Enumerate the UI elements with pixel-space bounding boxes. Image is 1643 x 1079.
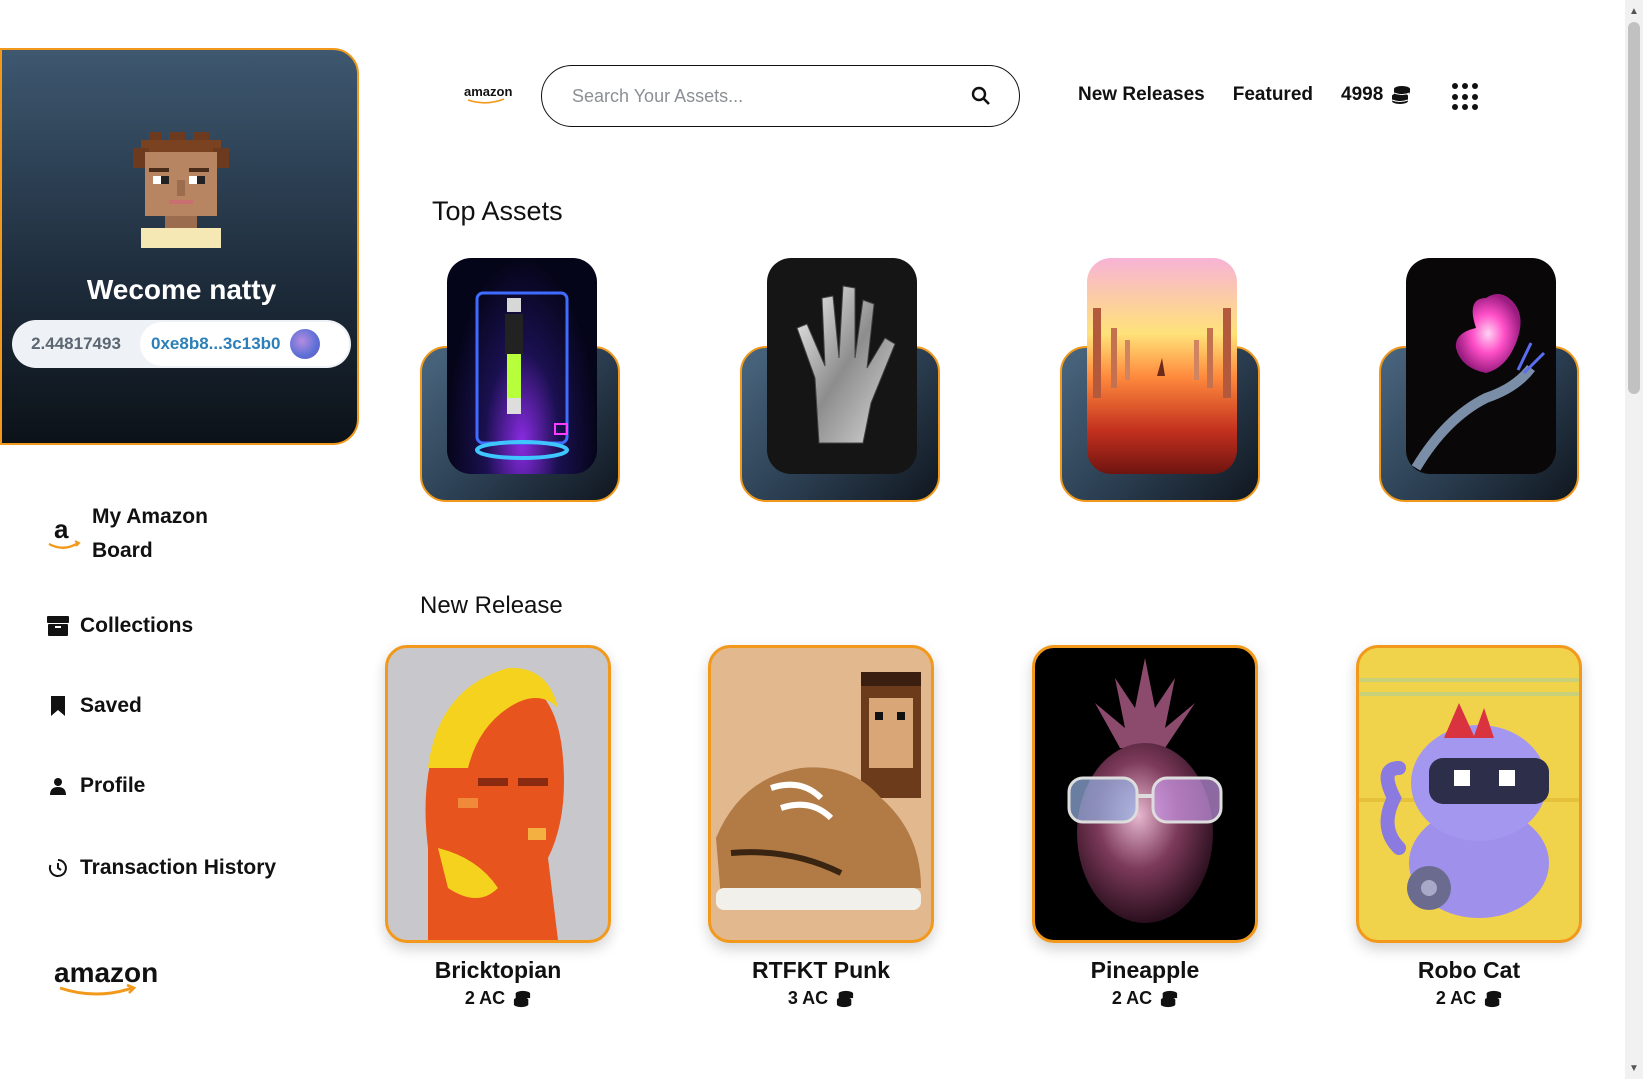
svg-text:amazon: amazon bbox=[464, 84, 512, 99]
sidebar-item-label: My Amazon Board bbox=[92, 505, 208, 562]
search-icon[interactable] bbox=[967, 82, 995, 110]
scroll-down-icon[interactable]: ▼ bbox=[1625, 1059, 1643, 1077]
svg-text:amazon: amazon bbox=[54, 958, 158, 988]
nft-price-value: 2 AC bbox=[1435, 988, 1477, 1008]
history-clock-icon bbox=[46, 856, 70, 880]
nft-name: Robo Cat bbox=[1417, 957, 1521, 983]
sidebar-item-label: Saved bbox=[80, 694, 142, 717]
nft-price: 2 AC bbox=[1356, 988, 1582, 1009]
sidebar-item-label: Profile bbox=[80, 774, 146, 797]
nft-price: 2 AC bbox=[1032, 988, 1258, 1009]
nft-card[interactable]: Pineapple 2 AC bbox=[1032, 645, 1258, 1009]
coins-icon bbox=[1392, 86, 1411, 104]
top-nav: New Releases Featured 4998 bbox=[1078, 84, 1411, 106]
nft-image bbox=[1356, 645, 1582, 943]
top-asset-card[interactable] bbox=[420, 258, 620, 502]
top-asset-card[interactable] bbox=[1379, 258, 1579, 502]
featured-link[interactable]: Featured bbox=[1233, 84, 1313, 106]
sidebar-item-collections[interactable]: Collections bbox=[46, 614, 193, 638]
top-asset-card[interactable] bbox=[1060, 258, 1260, 502]
search-bar bbox=[541, 65, 1020, 127]
nft-price-value: 2 AC bbox=[1111, 988, 1153, 1008]
vertical-scrollbar[interactable]: ▲ ▼ bbox=[1625, 0, 1643, 1079]
coin-count: 4998 bbox=[1341, 84, 1384, 105]
amazon-logo: amazon bbox=[54, 958, 158, 996]
wallet-pill: 2.44817493 0xe8b8...3c13b0 bbox=[12, 320, 351, 368]
sidebar-item-history[interactable]: Transaction History bbox=[46, 856, 276, 880]
coins-icon bbox=[1485, 990, 1502, 1007]
sidebar-item-profile[interactable]: Profile bbox=[46, 774, 145, 798]
nft-image bbox=[1032, 645, 1258, 943]
asset-image bbox=[1087, 258, 1237, 474]
nft-image bbox=[708, 645, 934, 943]
nft-name: Pineapple bbox=[1090, 957, 1200, 983]
nft-price: 3 AC bbox=[708, 988, 934, 1009]
welcome-message: Wecome natty bbox=[86, 274, 277, 305]
top-asset-card[interactable] bbox=[740, 258, 940, 502]
top-assets-title: Top Assets bbox=[432, 196, 563, 226]
sidebar-item-board[interactable]: a My Amazon Board bbox=[46, 500, 252, 568]
coins-icon bbox=[1161, 990, 1178, 1007]
nft-card[interactable]: Robo Cat 2 AC bbox=[1356, 645, 1582, 1009]
sidebar-item-label: Collections bbox=[80, 614, 194, 637]
nft-name: RTFKT Punk bbox=[752, 957, 890, 983]
wallet-avatar-icon bbox=[290, 329, 321, 359]
nft-price-value: 3 AC bbox=[787, 988, 829, 1008]
search-input[interactable] bbox=[572, 85, 967, 107]
amazon-logo-small[interactable]: amazon bbox=[462, 84, 518, 106]
profile-card: Wecome natty 2.44817493 0xe8b8...3c13b0 bbox=[0, 48, 359, 445]
nft-image bbox=[385, 645, 611, 943]
nft-card[interactable]: RTFKT Punk 3 AC bbox=[708, 645, 934, 1009]
nft-name: Bricktopian bbox=[434, 957, 562, 983]
pixel-avatar bbox=[133, 132, 229, 248]
scroll-up-icon[interactable]: ▲ bbox=[1625, 2, 1643, 20]
asset-image bbox=[767, 258, 917, 474]
nft-card[interactable]: Bricktopian 2 AC bbox=[385, 645, 611, 1009]
bookmark-icon bbox=[46, 694, 70, 718]
coins-icon bbox=[837, 990, 854, 1007]
nft-price: 2 AC bbox=[385, 988, 611, 1009]
svg-text:a: a bbox=[54, 514, 69, 544]
nft-price-value: 2 AC bbox=[464, 988, 506, 1008]
scrollbar-thumb[interactable] bbox=[1628, 22, 1640, 394]
apps-grid-icon[interactable] bbox=[1452, 83, 1480, 111]
sidebar-item-label: Transaction History bbox=[80, 856, 277, 879]
new-releases-link[interactable]: New Releases bbox=[1078, 84, 1205, 106]
archive-box-icon bbox=[46, 614, 70, 638]
wallet-address-button[interactable]: 0xe8b8...3c13b0 bbox=[140, 322, 349, 366]
asset-image bbox=[1406, 258, 1556, 474]
sidebar-item-saved[interactable]: Saved bbox=[46, 694, 142, 718]
wallet-balance: 2.44817493 bbox=[31, 334, 121, 353]
coins-icon bbox=[514, 990, 531, 1007]
coin-balance[interactable]: 4998 bbox=[1341, 84, 1411, 106]
wallet-address: 0xe8b8...3c13b0 bbox=[151, 334, 281, 353]
amazon-a-icon: a bbox=[46, 514, 82, 554]
asset-image bbox=[447, 258, 597, 474]
person-icon bbox=[46, 774, 70, 798]
new-release-title: New Release bbox=[420, 592, 563, 619]
